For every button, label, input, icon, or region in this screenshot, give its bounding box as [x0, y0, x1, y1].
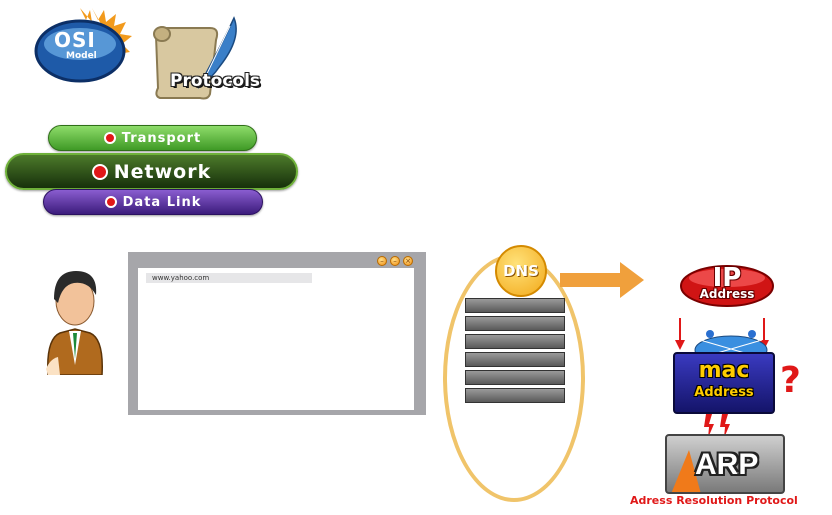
osi-title: OSI [54, 28, 96, 52]
mac-subtitle: Address [694, 385, 754, 400]
server-rack [465, 298, 565, 406]
layer-datalink-label: Data Link [122, 194, 202, 210]
browser-content: www.yahoo.com [138, 268, 414, 410]
osi-subtitle: Model [66, 51, 97, 61]
close-icon[interactable]: × [403, 256, 413, 266]
arrow-right-icon [560, 262, 644, 298]
dns-badge: DNS [495, 245, 547, 297]
browser-window: – – × www.yahoo.com [128, 252, 426, 415]
layer-datalink-button[interactable]: Data Link [43, 189, 263, 215]
mac-address-box: mac Address [673, 352, 775, 414]
layer-network-label: Network [113, 160, 212, 183]
mac-title: mac [698, 358, 750, 383]
ip-address-badge: IP Address [678, 262, 776, 308]
protocols-title: Protocols [170, 71, 261, 91]
layer-transport-button[interactable]: Transport [48, 125, 257, 151]
minimize-icon[interactable]: – [377, 256, 387, 266]
arrow-right-icon [103, 132, 116, 144]
layer-network-button[interactable]: Network [5, 153, 298, 190]
user-icon [46, 271, 103, 375]
server-unit [465, 352, 565, 367]
ip-subtitle: Address [699, 287, 755, 301]
arp-caption: Adress Resolution Protocol [630, 494, 798, 507]
arp-box: ARP [665, 434, 785, 494]
osi-model-logo: OSI Model [30, 6, 134, 88]
arrow-right-icon [104, 196, 117, 208]
url-bar[interactable]: www.yahoo.com [146, 273, 312, 283]
protocols-logo: Protocols [150, 8, 290, 100]
server-unit [465, 298, 565, 313]
arrow-right-icon [91, 163, 108, 180]
server-unit [465, 316, 565, 331]
maximize-icon[interactable]: – [390, 256, 400, 266]
server-unit [465, 388, 565, 403]
layer-transport-label: Transport [121, 130, 202, 146]
question-mark-icon: ? [780, 360, 801, 401]
server-unit [465, 370, 565, 385]
arp-title: ARP [695, 448, 759, 481]
server-unit [465, 334, 565, 349]
